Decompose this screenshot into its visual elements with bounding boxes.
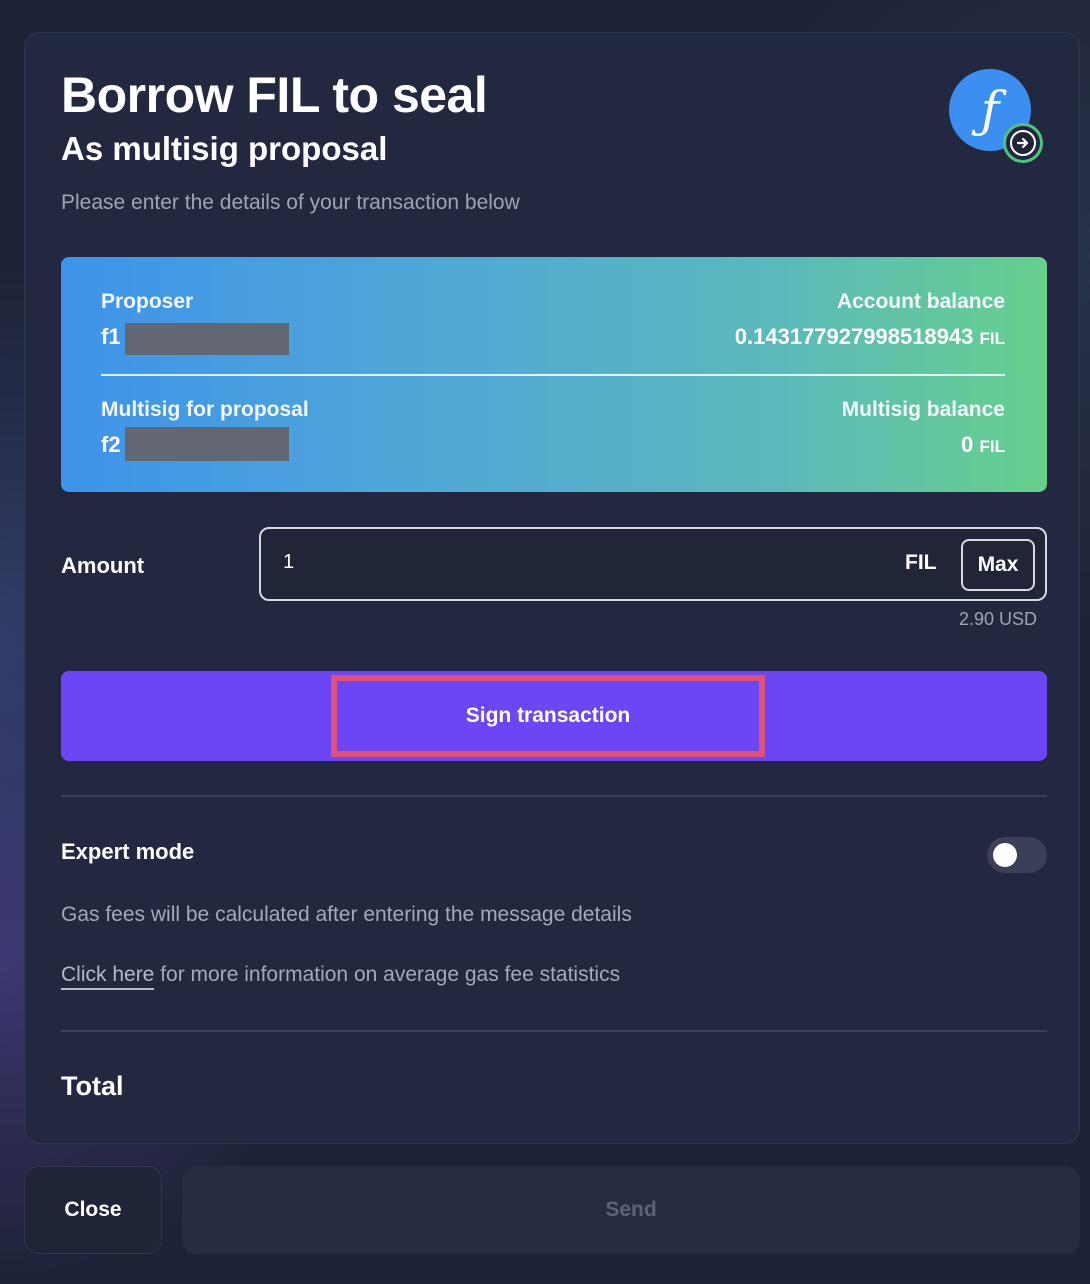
proposer-label: Proposer bbox=[101, 290, 194, 313]
sign-transaction-button[interactable]: Sign transaction bbox=[331, 675, 765, 757]
gas-info-text: for more information on average gas fee … bbox=[154, 963, 621, 986]
arrow-right-glyph bbox=[1016, 137, 1029, 149]
multisig-balance-amount: 0 bbox=[961, 432, 974, 457]
amount-input[interactable]: 1 FIL Max bbox=[259, 527, 1047, 601]
send-button[interactable]: Send bbox=[182, 1166, 1080, 1254]
multisig-balance-value: 0 FIL bbox=[961, 432, 1005, 458]
redacted-proposer-address bbox=[125, 323, 289, 355]
redacted-multisig-address bbox=[125, 427, 289, 461]
account-balance-value: 0.143177927998518943 FIL bbox=[735, 324, 1005, 350]
usd-conversion: 2.90 USD bbox=[958, 609, 1037, 629]
expert-mode-toggle[interactable] bbox=[987, 837, 1047, 873]
close-button[interactable]: Close bbox=[24, 1166, 162, 1254]
gas-info-line: Click here for more information on avera… bbox=[61, 963, 621, 990]
account-info-card: Proposer f1 Account balance 0.1431779279… bbox=[61, 257, 1047, 492]
amount-input-value[interactable]: 1 bbox=[283, 551, 294, 574]
amount-unit: FIL bbox=[905, 551, 937, 574]
multisig-label: Multisig for proposal bbox=[101, 398, 309, 421]
account-balance-label: Account balance bbox=[836, 290, 1005, 313]
filecoin-glyph: ƒ bbox=[980, 81, 1000, 139]
arrow-right-icon bbox=[1003, 123, 1043, 163]
account-balance-amount: 0.143177927998518943 bbox=[734, 324, 974, 349]
gas-info-link[interactable]: Click here bbox=[61, 963, 155, 990]
modal-title: Borrow FIL to seal bbox=[61, 67, 488, 123]
account-balance-unit: FIL bbox=[979, 329, 1006, 348]
arrow-circle bbox=[1010, 130, 1036, 156]
toggle-knob bbox=[993, 843, 1017, 867]
modal-instructions: Please enter the details of your transac… bbox=[61, 191, 520, 214]
gas-fee-note: Gas fees will be calculated after enteri… bbox=[61, 903, 632, 926]
max-button[interactable]: Max bbox=[961, 539, 1035, 591]
multisig-balance-label: Multisig balance bbox=[841, 398, 1005, 421]
sign-transaction-bar[interactable]: Sign transaction bbox=[61, 671, 1047, 761]
borrow-modal: Borrow FIL to seal As multisig proposal … bbox=[24, 32, 1080, 1144]
divider bbox=[61, 1030, 1047, 1032]
multisig-balance-unit: FIL bbox=[979, 437, 1006, 456]
amount-label: Amount bbox=[61, 553, 145, 578]
card-divider bbox=[101, 374, 1005, 376]
expert-mode-label: Expert mode bbox=[61, 839, 195, 864]
divider bbox=[61, 795, 1047, 797]
multisig-address: f2 bbox=[101, 432, 121, 457]
modal-subtitle: As multisig proposal bbox=[61, 130, 388, 167]
proposer-address: f1 bbox=[101, 324, 121, 349]
total-label: Total bbox=[61, 1071, 124, 1101]
